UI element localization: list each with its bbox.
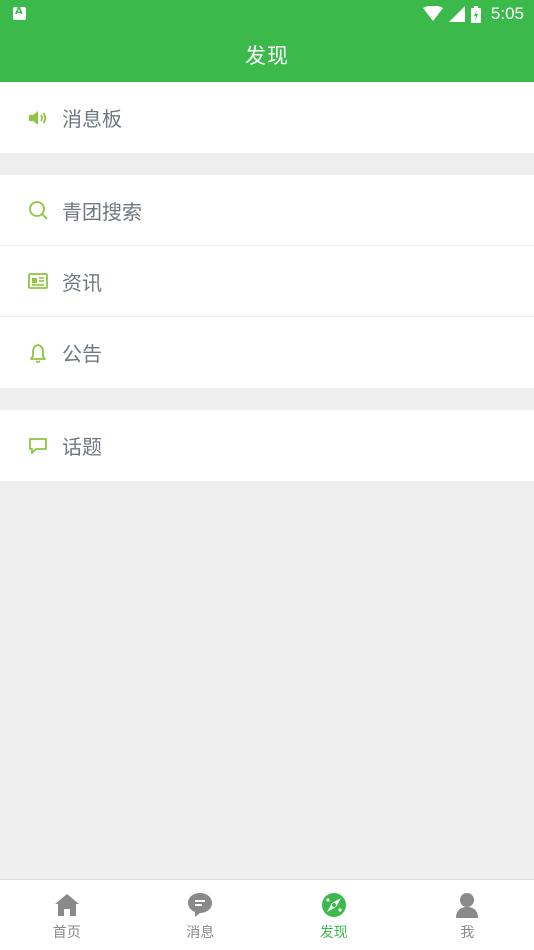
home-icon	[54, 892, 80, 918]
app-notification-icon	[13, 6, 26, 20]
tab-home[interactable]: 首页	[0, 880, 134, 950]
status-bar: 5:05	[0, 0, 534, 28]
app-header: 发现	[0, 28, 534, 82]
chat-bubble-icon	[28, 436, 48, 456]
status-indicators: 5:05	[422, 3, 524, 25]
news-icon	[28, 271, 48, 291]
menu-item-news[interactable]: 资讯	[0, 246, 534, 317]
menu-item-label: 话题	[62, 435, 102, 459]
menu-item-label: 公告	[62, 342, 102, 366]
tab-label: 首页	[52, 925, 81, 941]
tab-discover[interactable]: 发现	[267, 880, 401, 950]
compass-icon	[321, 892, 347, 918]
menu-group-1: 消息板	[0, 82, 534, 153]
menu-item-topics[interactable]: 话题	[0, 410, 534, 481]
signal-icon	[448, 6, 465, 22]
message-icon	[187, 892, 213, 918]
tab-label: 我	[460, 925, 475, 941]
menu-group-3: 话题	[0, 410, 534, 481]
tab-label: 发现	[319, 925, 348, 941]
menu-item-message-board[interactable]: 消息板	[0, 82, 534, 153]
person-icon	[454, 892, 480, 918]
menu-item-search[interactable]: 青团搜索	[0, 175, 534, 246]
wifi-icon	[422, 6, 443, 21]
status-time: 5:05	[490, 4, 524, 23]
menu-item-announcement[interactable]: 公告	[0, 317, 534, 388]
bottom-tab-bar: 首页 消息 发现 我	[0, 879, 534, 950]
page-title: 发现	[245, 44, 289, 68]
menu-item-label: 资讯	[62, 270, 102, 295]
tab-label: 消息	[186, 925, 215, 941]
bell-icon	[28, 343, 48, 363]
battery-icon	[470, 5, 481, 23]
menu-item-label: 青团搜索	[62, 199, 142, 224]
speaker-icon	[28, 108, 48, 128]
tab-messages[interactable]: 消息	[134, 880, 268, 950]
tab-me[interactable]: 我	[401, 880, 534, 950]
menu-group-2: 青团搜索 资讯 公告	[0, 175, 534, 388]
menu-item-label: 消息板	[62, 107, 122, 131]
search-icon	[28, 200, 48, 220]
